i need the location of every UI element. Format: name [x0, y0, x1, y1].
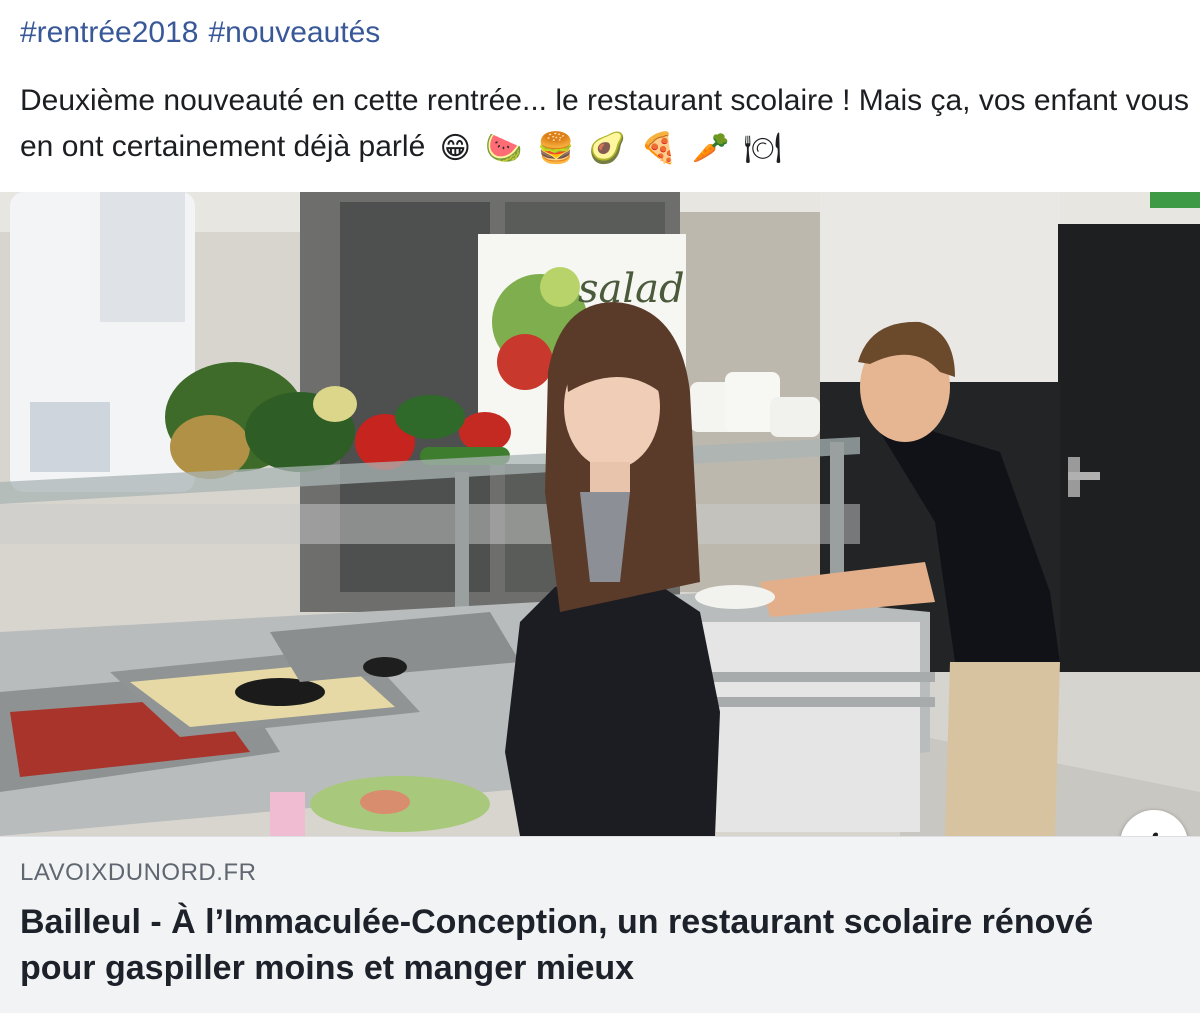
- hashtags: #rentrée2018 #nouveautés: [20, 14, 380, 52]
- pizza-emoji: 🍕: [640, 132, 678, 165]
- link-preview-card[interactable]: salad LAVOIXDUNORD.FR Bailleul - À l’Imm…: [0, 192, 1200, 1013]
- carrot-emoji: 🥕: [692, 132, 730, 165]
- post-text: Deuxième nouveauté en cette rentrée... l…: [20, 78, 1190, 170]
- link-preview-image[interactable]: salad: [0, 192, 1200, 836]
- avocado-emoji: 🥑: [588, 132, 626, 165]
- hashtag-rentree2018[interactable]: #rentrée2018: [20, 16, 198, 49]
- link-headline[interactable]: Bailleul - À l’Immaculée-Conception, un …: [20, 899, 1170, 991]
- cafeteria-photo: salad: [0, 192, 1200, 836]
- link-domain: LAVOIXDUNORD.FR: [20, 859, 257, 886]
- link-preview-footer[interactable]: LAVOIXDUNORD.FR Bailleul - À l’Immaculée…: [0, 836, 1200, 1013]
- watermelon-emoji: 🍉: [485, 132, 523, 165]
- plate-cutlery-emoji: 🍽: [743, 132, 782, 165]
- hashtag-nouveautes[interactable]: #nouveautés: [208, 16, 380, 49]
- hamburger-emoji: 🍔: [536, 132, 575, 165]
- facebook-post: #rentrée2018 #nouveautés Deuxième nouveau…: [0, 0, 1200, 1013]
- grinning-face-emoji: 😁: [439, 132, 471, 165]
